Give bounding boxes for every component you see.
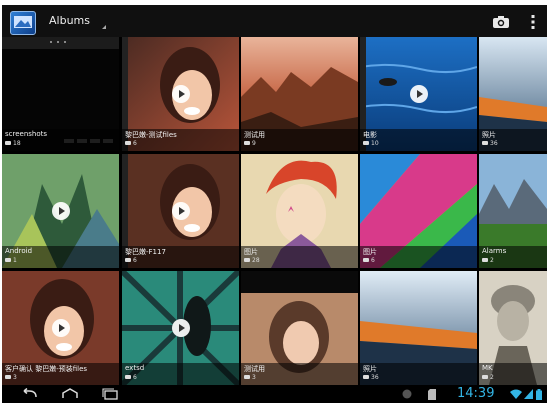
album-name: 测试用 (244, 365, 265, 373)
album-tile-test[interactable]: 测试用 9 (241, 37, 358, 151)
camera-icon[interactable] (492, 15, 510, 29)
folder-icon (125, 375, 131, 379)
album-name: 图片 (244, 248, 258, 256)
album-count: 10 (371, 140, 379, 147)
album-name: 测试用 (244, 131, 265, 139)
folder-icon (244, 258, 250, 262)
video-play-icon (172, 319, 190, 337)
video-play-icon (52, 202, 70, 220)
album-caption: 黎巴嫩-测试files 6 (122, 129, 239, 151)
folder-icon (363, 141, 369, 145)
home-icon[interactable] (60, 388, 80, 400)
album-count: 6 (133, 374, 137, 381)
folder-icon (482, 375, 488, 379)
video-play-icon (172, 85, 190, 103)
clock[interactable]: 14:39 (457, 386, 494, 401)
folder-icon (125, 258, 131, 262)
album-count: 6 (133, 257, 137, 264)
album-count: 1 (13, 257, 17, 264)
album-caption: 电影 10 (360, 129, 477, 151)
album-tile-pictures-2[interactable]: 图片 6 (360, 154, 477, 268)
dropdown-caret-icon (102, 25, 106, 29)
album-caption: Android 1 (2, 246, 119, 268)
action-bar: Albums (2, 5, 547, 37)
battery-icon[interactable] (536, 389, 542, 400)
album-count: 28 (252, 257, 260, 264)
folder-icon (125, 141, 131, 145)
back-icon[interactable] (20, 388, 40, 400)
album-caption: 照片 36 (360, 363, 477, 385)
overflow-menu-icon[interactable] (530, 14, 536, 30)
album-caption: 黎巴嫩-F117 6 (122, 246, 239, 268)
album-name: 客户确认 黎巴嫩-预装files (5, 365, 88, 373)
video-play-icon (52, 319, 70, 337)
folder-icon (244, 375, 250, 379)
album-name: 照片 (363, 365, 377, 373)
album-caption: 测试用 9 (241, 129, 358, 151)
usb-debug-icon[interactable] (402, 389, 412, 399)
album-name: 黎巴嫩-测试files (125, 131, 177, 139)
folder-icon (482, 141, 488, 145)
album-count: 3 (252, 374, 256, 381)
albums-title[interactable]: Albums (49, 14, 90, 27)
sd-card-icon[interactable] (428, 389, 436, 400)
album-count: 36 (490, 140, 498, 147)
album-tile-android[interactable]: Android 1 (2, 154, 119, 268)
album-tile-photos-2[interactable]: 照片 36 (360, 271, 477, 385)
folder-icon (244, 141, 250, 145)
album-caption: 测试用 3 (241, 363, 358, 385)
video-play-icon (172, 202, 190, 220)
album-tile-alarms[interactable]: Alarms 2 (479, 154, 547, 268)
album-count: 36 (371, 374, 379, 381)
gallery-app-icon[interactable] (10, 11, 36, 35)
album-tile-mk[interactable]: MK 2 (479, 271, 547, 385)
album-caption: 客户确认 黎巴嫩-预装files 3 (2, 363, 119, 385)
folder-icon (5, 375, 11, 379)
signal-icon[interactable] (524, 389, 533, 399)
album-tile-extsd[interactable]: extsd 6 (122, 271, 239, 385)
album-tile-test-2[interactable]: 测试用 3 (241, 271, 358, 385)
folder-icon (482, 258, 488, 262)
album-count: 3 (13, 374, 17, 381)
video-play-icon (410, 85, 428, 103)
gallery-window: Albums screenshots 18 黎巴嫩-测试files 6 测试用 … (2, 5, 547, 403)
album-count: 6 (371, 257, 375, 264)
album-name: 照片 (482, 131, 496, 139)
album-tile-f117[interactable]: 黎巴嫩-F117 6 (122, 154, 239, 268)
folder-icon (363, 375, 369, 379)
album-tile-screenshots[interactable]: screenshots 18 (2, 37, 119, 151)
album-tile-photos[interactable]: 照片 36 (479, 37, 547, 151)
album-count: 6 (133, 140, 137, 147)
folder-icon (5, 258, 11, 262)
wifi-icon[interactable] (510, 389, 522, 399)
folder-icon (5, 141, 11, 145)
album-name: 图片 (363, 248, 377, 256)
album-caption: screenshots 18 (2, 129, 119, 151)
album-caption: MK 2 (479, 363, 547, 385)
album-count: 2 (490, 374, 494, 381)
album-grid: screenshots 18 黎巴嫩-测试files 6 测试用 9 电影 10… (2, 37, 547, 385)
album-name: screenshots (5, 130, 48, 138)
album-tile-movies[interactable]: 电影 10 (360, 37, 477, 151)
album-tile-customer-confirm[interactable]: 客户确认 黎巴嫩-预装files 3 (2, 271, 119, 385)
album-caption: 照片 36 (479, 129, 547, 151)
folder-icon (363, 258, 369, 262)
album-name: MK (482, 364, 493, 372)
system-navigation-bar: 14:39 (2, 385, 547, 403)
album-name: Android (5, 247, 33, 255)
album-name: 电影 (363, 131, 377, 139)
album-name: extsd (125, 364, 145, 372)
album-count: 2 (490, 257, 494, 264)
album-caption: extsd 6 (122, 363, 239, 385)
album-caption: 图片 6 (360, 246, 477, 268)
album-caption: 图片 28 (241, 246, 358, 268)
album-caption: Alarms 2 (479, 246, 547, 268)
album-count: 9 (252, 140, 256, 147)
album-tile-test-files[interactable]: 黎巴嫩-测试files 6 (122, 37, 239, 151)
album-tile-pictures[interactable]: 图片 28 (241, 154, 358, 268)
album-count: 18 (13, 140, 21, 147)
album-name: Alarms (482, 247, 507, 255)
recent-apps-icon[interactable] (100, 388, 120, 400)
album-name: 黎巴嫩-F117 (125, 248, 166, 256)
